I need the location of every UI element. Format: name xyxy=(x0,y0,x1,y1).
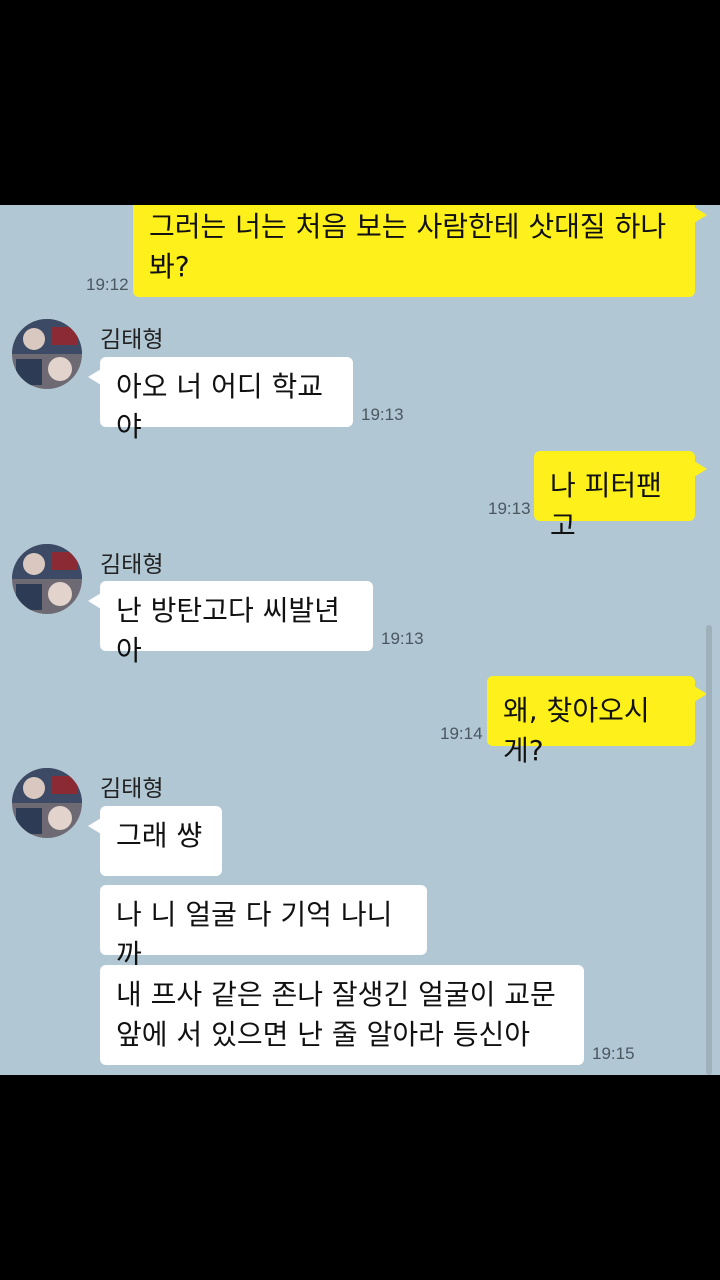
other-message-bubble[interactable]: 난 방탄고다 씨발년아 xyxy=(88,581,373,667)
message-text: 내 프사 같은 존나 잘생긴 얼굴이 교문 앞에 서 있으면 난 줄 알아라 등… xyxy=(116,978,556,1051)
message-text: 그래 썅 xyxy=(116,819,203,852)
scrollbar[interactable] xyxy=(706,625,712,1075)
message-text: 아오 너 어디 학교야 xyxy=(116,370,324,443)
message-text: 그러는 너는 처음 보는 사람한테 삿대질 하나 봐? xyxy=(149,210,667,283)
sender-name: 김태형 xyxy=(100,776,164,802)
my-message-bubble[interactable]: 그러는 너는 처음 보는 사람한테 삿대질 하나 봐? xyxy=(133,205,707,297)
other-message-bubble[interactable]: 나 니 얼굴 다 기억 나니까 xyxy=(100,885,427,971)
message-time: 19:13 xyxy=(361,405,404,424)
sender-name: 김태형 xyxy=(100,327,164,353)
avatar-photo-icon xyxy=(12,319,82,389)
message-time: 19:13 xyxy=(381,629,424,648)
message-time: 19:13 xyxy=(488,499,531,518)
message-time: 19:14 xyxy=(440,724,483,743)
avatar-photo-icon xyxy=(12,768,82,838)
my-message-bubble[interactable]: 나 피터팬고 xyxy=(534,451,707,542)
avatar[interactable] xyxy=(12,544,82,614)
message-time: 19:12 xyxy=(86,275,129,294)
other-message-bubble[interactable]: 아오 너 어디 학교야 xyxy=(88,357,353,443)
message-time: 19:15 xyxy=(592,1044,635,1063)
avatar[interactable] xyxy=(12,319,82,389)
avatar-photo-icon xyxy=(12,544,82,614)
avatar[interactable] xyxy=(12,768,82,838)
other-message-bubble[interactable]: 그래 썅 xyxy=(88,806,222,876)
chat-area[interactable]: 그러는 너는 처음 보는 사람한테 삿대질 하나 봐? 19:12 김태형 아오… xyxy=(0,205,720,1075)
sender-name: 김태형 xyxy=(100,552,164,578)
message-text: 난 방탄고다 씨발년아 xyxy=(116,594,340,667)
message-text: 나 피터팬고 xyxy=(550,469,662,542)
message-text: 왜, 찾아오시게? xyxy=(503,694,650,767)
my-message-bubble[interactable]: 왜, 찾아오시게? xyxy=(487,676,707,767)
other-message-bubble[interactable]: 내 프사 같은 존나 잘생긴 얼굴이 교문 앞에 서 있으면 난 줄 알아라 등… xyxy=(100,965,584,1065)
message-text: 나 니 얼굴 다 기억 나니까 xyxy=(116,898,393,971)
